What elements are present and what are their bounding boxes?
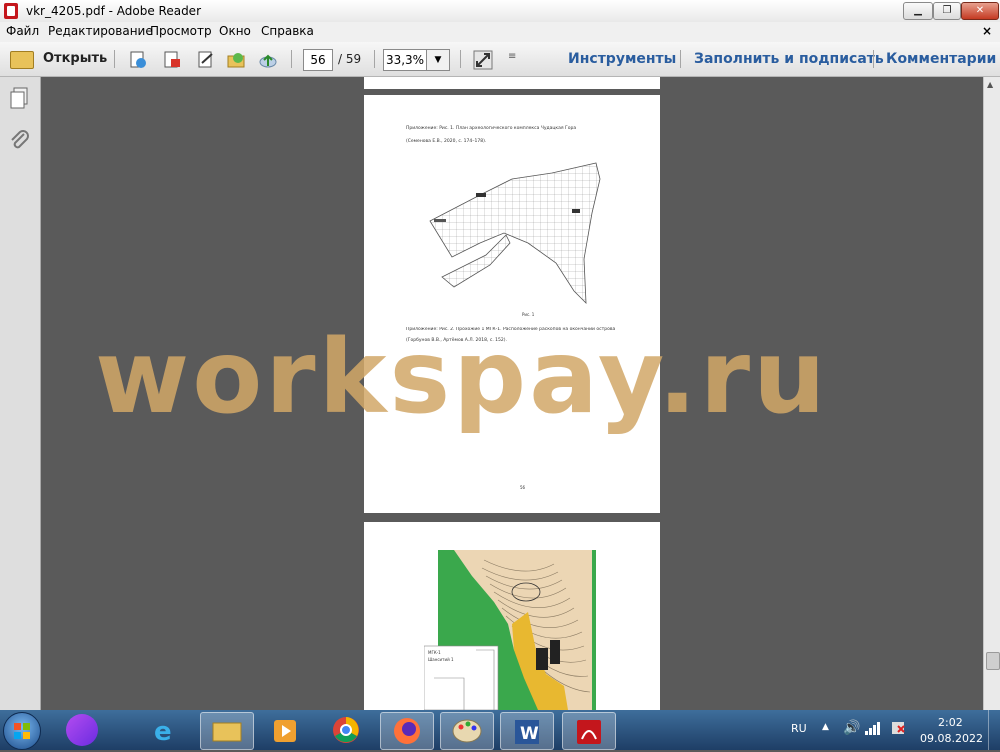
volume-icon[interactable]: 🔊 xyxy=(843,720,860,736)
send-files-icon[interactable] xyxy=(226,50,246,70)
vertical-scrollbar[interactable]: ▲ xyxy=(983,77,1000,710)
folder-icon xyxy=(212,722,242,742)
menu-view[interactable]: Просмотр xyxy=(150,24,212,38)
page-thumbnails-icon[interactable] xyxy=(9,87,31,111)
caption-figure-1: Приложение: Рис. 1. План археологическог… xyxy=(406,126,577,131)
watermark-text: workspay.ru xyxy=(95,318,829,437)
upload-cloud-icon[interactable] xyxy=(258,50,278,70)
svg-text:W: W xyxy=(520,724,539,744)
svg-text:e: e xyxy=(154,717,172,747)
zoom-dropdown-icon[interactable]: ▼ xyxy=(426,49,450,71)
adobe-reader-icon xyxy=(4,3,18,19)
scroll-up-icon[interactable]: ▲ xyxy=(987,80,993,89)
attachments-paperclip-icon[interactable] xyxy=(9,129,31,153)
adobe-reader-icon xyxy=(577,720,601,744)
alice-assistant-icon[interactable] xyxy=(66,714,98,746)
firefox-icon xyxy=(394,718,420,744)
map-label: МГК-1 xyxy=(428,650,441,655)
network-signal-icon[interactable] xyxy=(864,720,882,736)
page-number-footer: 56 xyxy=(520,485,526,490)
toolbar-options-icon[interactable]: ≡ xyxy=(508,51,516,62)
language-indicator[interactable]: RU xyxy=(791,722,807,735)
toolbar-divider xyxy=(873,50,874,68)
toolbar-divider xyxy=(680,50,681,68)
maximize-button[interactable]: ❐ xyxy=(933,2,961,20)
page-total: / 59 xyxy=(338,52,362,66)
fullscreen-icon[interactable] xyxy=(473,50,493,70)
open-label: Открыть xyxy=(43,51,108,66)
toolbar-divider xyxy=(291,50,292,68)
caption-figure-1-ref: (Семенова Е.В., 2020, с. 174–178). xyxy=(406,139,487,144)
start-button[interactable] xyxy=(3,712,41,750)
scroll-thumb[interactable] xyxy=(986,652,1000,670)
menu-file[interactable]: Файл xyxy=(6,24,39,38)
taskbar-internet-explorer[interactable]: e xyxy=(140,712,192,748)
media-player-icon xyxy=(274,720,296,742)
figure-label: Рис. 1 xyxy=(522,312,535,317)
pdf-page-57: МГК-1 Шанситий 1 xyxy=(364,522,660,710)
menu-bar: Файл Редактирование Просмотр Окно Справк… xyxy=(0,22,1000,42)
tools-link[interactable]: Инструменты xyxy=(568,51,676,67)
paint-palette-icon xyxy=(452,719,482,743)
chrome-icon xyxy=(333,717,359,743)
sign-document-icon[interactable] xyxy=(196,50,216,70)
toolbar-divider xyxy=(374,50,375,68)
map-sublabel: Шанситий 1 xyxy=(428,657,454,662)
site-plan-figure xyxy=(429,162,601,305)
comments-link[interactable]: Комментарии xyxy=(886,51,996,67)
navigation-pane xyxy=(0,77,41,710)
taskbar-chrome[interactable] xyxy=(320,712,372,748)
close-button[interactable]: ✕ xyxy=(961,2,999,20)
site-map-figure xyxy=(424,550,596,710)
action-center-flag-icon[interactable] xyxy=(890,720,908,736)
taskbar-firefox[interactable] xyxy=(380,712,434,750)
close-document-icon[interactable]: × xyxy=(982,24,992,38)
minimize-button[interactable]: ▁ xyxy=(903,2,933,20)
pdf-page-previous xyxy=(364,77,660,89)
pdf-page-56: Приложение: Рис. 1. План археологическог… xyxy=(364,95,660,513)
taskbar-paint[interactable] xyxy=(440,712,494,750)
menu-help[interactable]: Справка xyxy=(261,24,314,38)
windows-logo-icon xyxy=(14,723,30,739)
clock-time[interactable]: 2:02 xyxy=(938,716,963,729)
zoom-input[interactable]: 33,3% xyxy=(383,49,427,71)
page-number-input[interactable]: 56 xyxy=(303,49,333,71)
toolbar: Открыть 56 / 59 33,3% ▼ ≡ Инструменты За… xyxy=(0,42,1000,77)
show-hidden-icons-icon[interactable]: ▲ xyxy=(822,722,829,732)
taskbar-adobe-reader[interactable] xyxy=(562,712,616,750)
create-pdf-icon[interactable] xyxy=(128,50,148,70)
word-icon: W xyxy=(515,720,539,744)
window-title: vkr_4205.pdf - Adobe Reader xyxy=(26,4,201,18)
folder-icon xyxy=(10,51,34,69)
toolbar-divider xyxy=(114,50,115,68)
taskbar: e W RU ▲ 🔊 2:02 09.08.2022 xyxy=(0,710,1000,750)
export-pdf-icon[interactable] xyxy=(162,50,182,70)
show-desktop-button[interactable] xyxy=(988,710,1000,750)
taskbar-media-player[interactable] xyxy=(260,712,312,748)
clock-date[interactable]: 09.08.2022 xyxy=(920,732,983,745)
menu-window[interactable]: Окно xyxy=(219,24,251,38)
taskbar-file-explorer[interactable] xyxy=(200,712,254,750)
toolbar-divider xyxy=(460,50,461,68)
title-bar: vkr_4205.pdf - Adobe Reader ▁ ❐ ✕ xyxy=(0,0,1000,22)
fill-sign-link[interactable]: Заполнить и подписать xyxy=(694,51,884,67)
taskbar-word[interactable]: W xyxy=(500,712,554,750)
menu-edit[interactable]: Редактирование xyxy=(48,24,153,38)
internet-explorer-icon: e xyxy=(154,717,172,747)
